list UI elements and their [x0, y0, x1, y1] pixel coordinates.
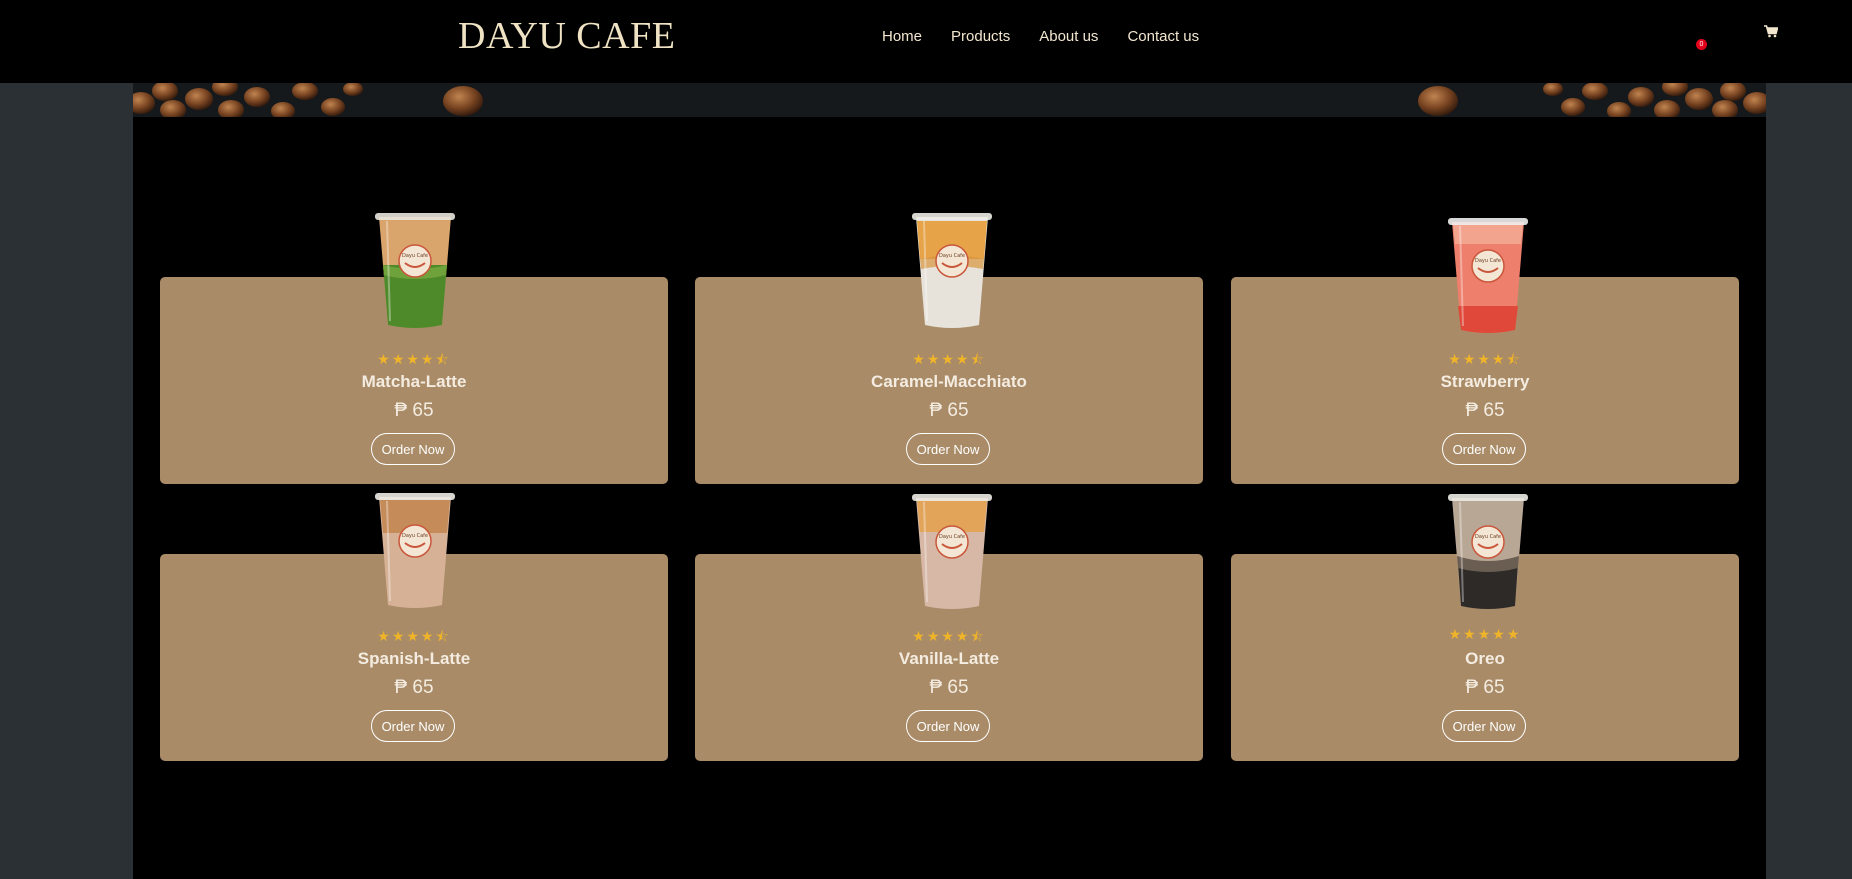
- product-name: Strawberry: [1440, 372, 1530, 391]
- brand-logo[interactable]: DAYU CAFE: [458, 14, 675, 58]
- rating-stars: ★★★★⯪: [1448, 351, 1522, 367]
- vanilla-latte-cup-image: Dayu Cafe: [912, 494, 992, 609]
- svg-text:Dayu Cafe: Dayu Cafe: [939, 253, 965, 259]
- cart-icon[interactable]: [1764, 22, 1784, 42]
- product-name: Caramel-Macchiato: [871, 372, 1027, 391]
- nav-products-link[interactable]: Products: [951, 28, 1010, 45]
- svg-text:Dayu Cafe: Dayu Cafe: [402, 253, 428, 259]
- product-price: ₱ 65: [929, 400, 969, 421]
- spanish-latte-cup-image: Dayu Cafe: [375, 493, 455, 608]
- order-now-button[interactable]: Order Now: [371, 710, 455, 742]
- svg-text:Dayu Cafe: Dayu Cafe: [1475, 258, 1501, 264]
- product-name: Matcha-Latte: [361, 372, 467, 391]
- product-price: ₱ 65: [1465, 400, 1505, 421]
- product-name: Spanish-Latte: [357, 649, 471, 668]
- nav-contact-link[interactable]: Contact us: [1127, 28, 1199, 45]
- rating-stars: ★★★★⯪: [377, 628, 451, 644]
- svg-text:Dayu Cafe: Dayu Cafe: [1475, 534, 1501, 540]
- coffee-beans-banner: [133, 83, 1766, 117]
- order-now-button[interactable]: Order Now: [1442, 433, 1526, 465]
- rating-stars: ★★★★★: [1448, 626, 1522, 642]
- order-now-button[interactable]: Order Now: [1442, 710, 1526, 742]
- order-now-button[interactable]: Order Now: [371, 433, 455, 465]
- product-price: ₱ 65: [394, 400, 434, 421]
- products-section: ★★★★⯪ Matcha-Latte ₱ 65 Order Now ★★★★⯪ …: [133, 117, 1766, 879]
- rating-stars: ★★★★⯪: [377, 351, 451, 367]
- svg-text:Dayu Cafe: Dayu Cafe: [402, 533, 428, 539]
- product-name: Vanilla-Latte: [898, 649, 1000, 668]
- nav-about-link[interactable]: About us: [1039, 28, 1098, 45]
- navbar: DAYU CAFE Home Products About us Contact…: [0, 0, 1852, 83]
- matcha-latte-cup-image: Dayu Cafe: [375, 213, 455, 328]
- nav-menu: Home Products About us Contact us: [882, 28, 1199, 45]
- rating-stars: ★★★★⯪: [912, 628, 986, 644]
- cart-count-badge: 0: [1696, 39, 1707, 50]
- caramel-macchiato-cup-image: Dayu Cafe: [912, 213, 992, 328]
- product-name: Oreo: [1465, 649, 1505, 668]
- strawberry-cup-image: Dayu Cafe: [1448, 218, 1528, 333]
- order-now-button[interactable]: Order Now: [906, 433, 990, 465]
- product-price: ₱ 65: [929, 677, 969, 698]
- rating-stars: ★★★★⯪: [912, 351, 986, 367]
- oreo-cup-image: Dayu Cafe: [1448, 494, 1528, 609]
- svg-text:Dayu Cafe: Dayu Cafe: [939, 534, 965, 540]
- product-price: ₱ 65: [394, 677, 434, 698]
- nav-home-link[interactable]: Home: [882, 28, 922, 45]
- product-price: ₱ 65: [1465, 677, 1505, 698]
- order-now-button[interactable]: Order Now: [906, 710, 990, 742]
